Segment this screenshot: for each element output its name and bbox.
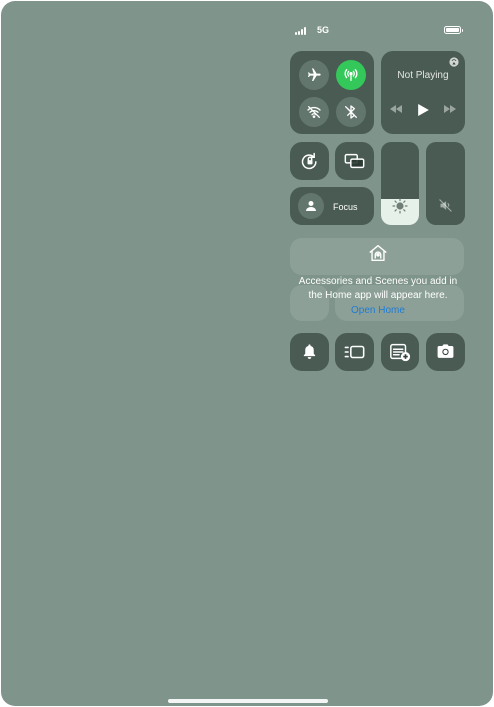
airplane-mode-button[interactable] (299, 60, 329, 90)
battery-icon (444, 26, 463, 34)
camera-button[interactable] (426, 333, 465, 371)
cellular-antenna-icon (344, 69, 358, 81)
bluetooth-button[interactable] (336, 97, 366, 127)
camera-icon (437, 344, 454, 358)
airplay-icon[interactable] (449, 57, 459, 67)
bell-icon (303, 344, 316, 359)
home-indicator[interactable] (168, 699, 328, 703)
quick-note-button[interactable] (381, 333, 419, 371)
speaker-muted-icon (439, 199, 452, 212)
orientation-lock-button[interactable] (290, 142, 329, 180)
stage-manager-button[interactable] (335, 333, 374, 371)
orientation-lock-icon (301, 152, 317, 170)
wifi-button[interactable] (299, 97, 329, 127)
now-playing-title: Not Playing (397, 70, 449, 81)
fast-forward-icon (444, 105, 456, 113)
focus-label: Focus (333, 202, 358, 212)
now-playing-panel[interactable]: Not Playing (381, 51, 465, 134)
play-button[interactable] (416, 104, 430, 116)
rewind-button[interactable] (389, 104, 403, 114)
volume-slider[interactable] (426, 142, 465, 225)
person-icon (306, 201, 316, 211)
network-type: 5G (317, 25, 330, 35)
rewind-icon (390, 105, 402, 113)
screen-mirroring-icon (344, 153, 365, 169)
alarm-button[interactable] (290, 333, 329, 371)
cellular-data-button[interactable] (336, 60, 366, 90)
play-icon (417, 104, 429, 116)
signal-bars-icon (295, 27, 309, 35)
screen-mirroring-button[interactable] (335, 142, 374, 180)
home-icon (369, 244, 387, 262)
brightness-slider[interactable] (381, 142, 419, 225)
fast-forward-button[interactable] (443, 104, 457, 114)
home-empty-message: Accessories and Scenes you add in the Ho… (298, 276, 458, 301)
bluetooth-off-icon (345, 105, 357, 119)
sun-icon (392, 198, 408, 214)
airplane-icon (308, 68, 321, 81)
notes-add-icon (390, 343, 411, 362)
open-home-link[interactable]: Open Home (291, 305, 465, 316)
wifi-off-icon (307, 106, 321, 118)
control-center-background: 5G Not Playing Focus Accessories and Sce… (1, 1, 493, 706)
focus-icon-circle (298, 193, 324, 219)
stage-manager-icon (344, 345, 365, 359)
